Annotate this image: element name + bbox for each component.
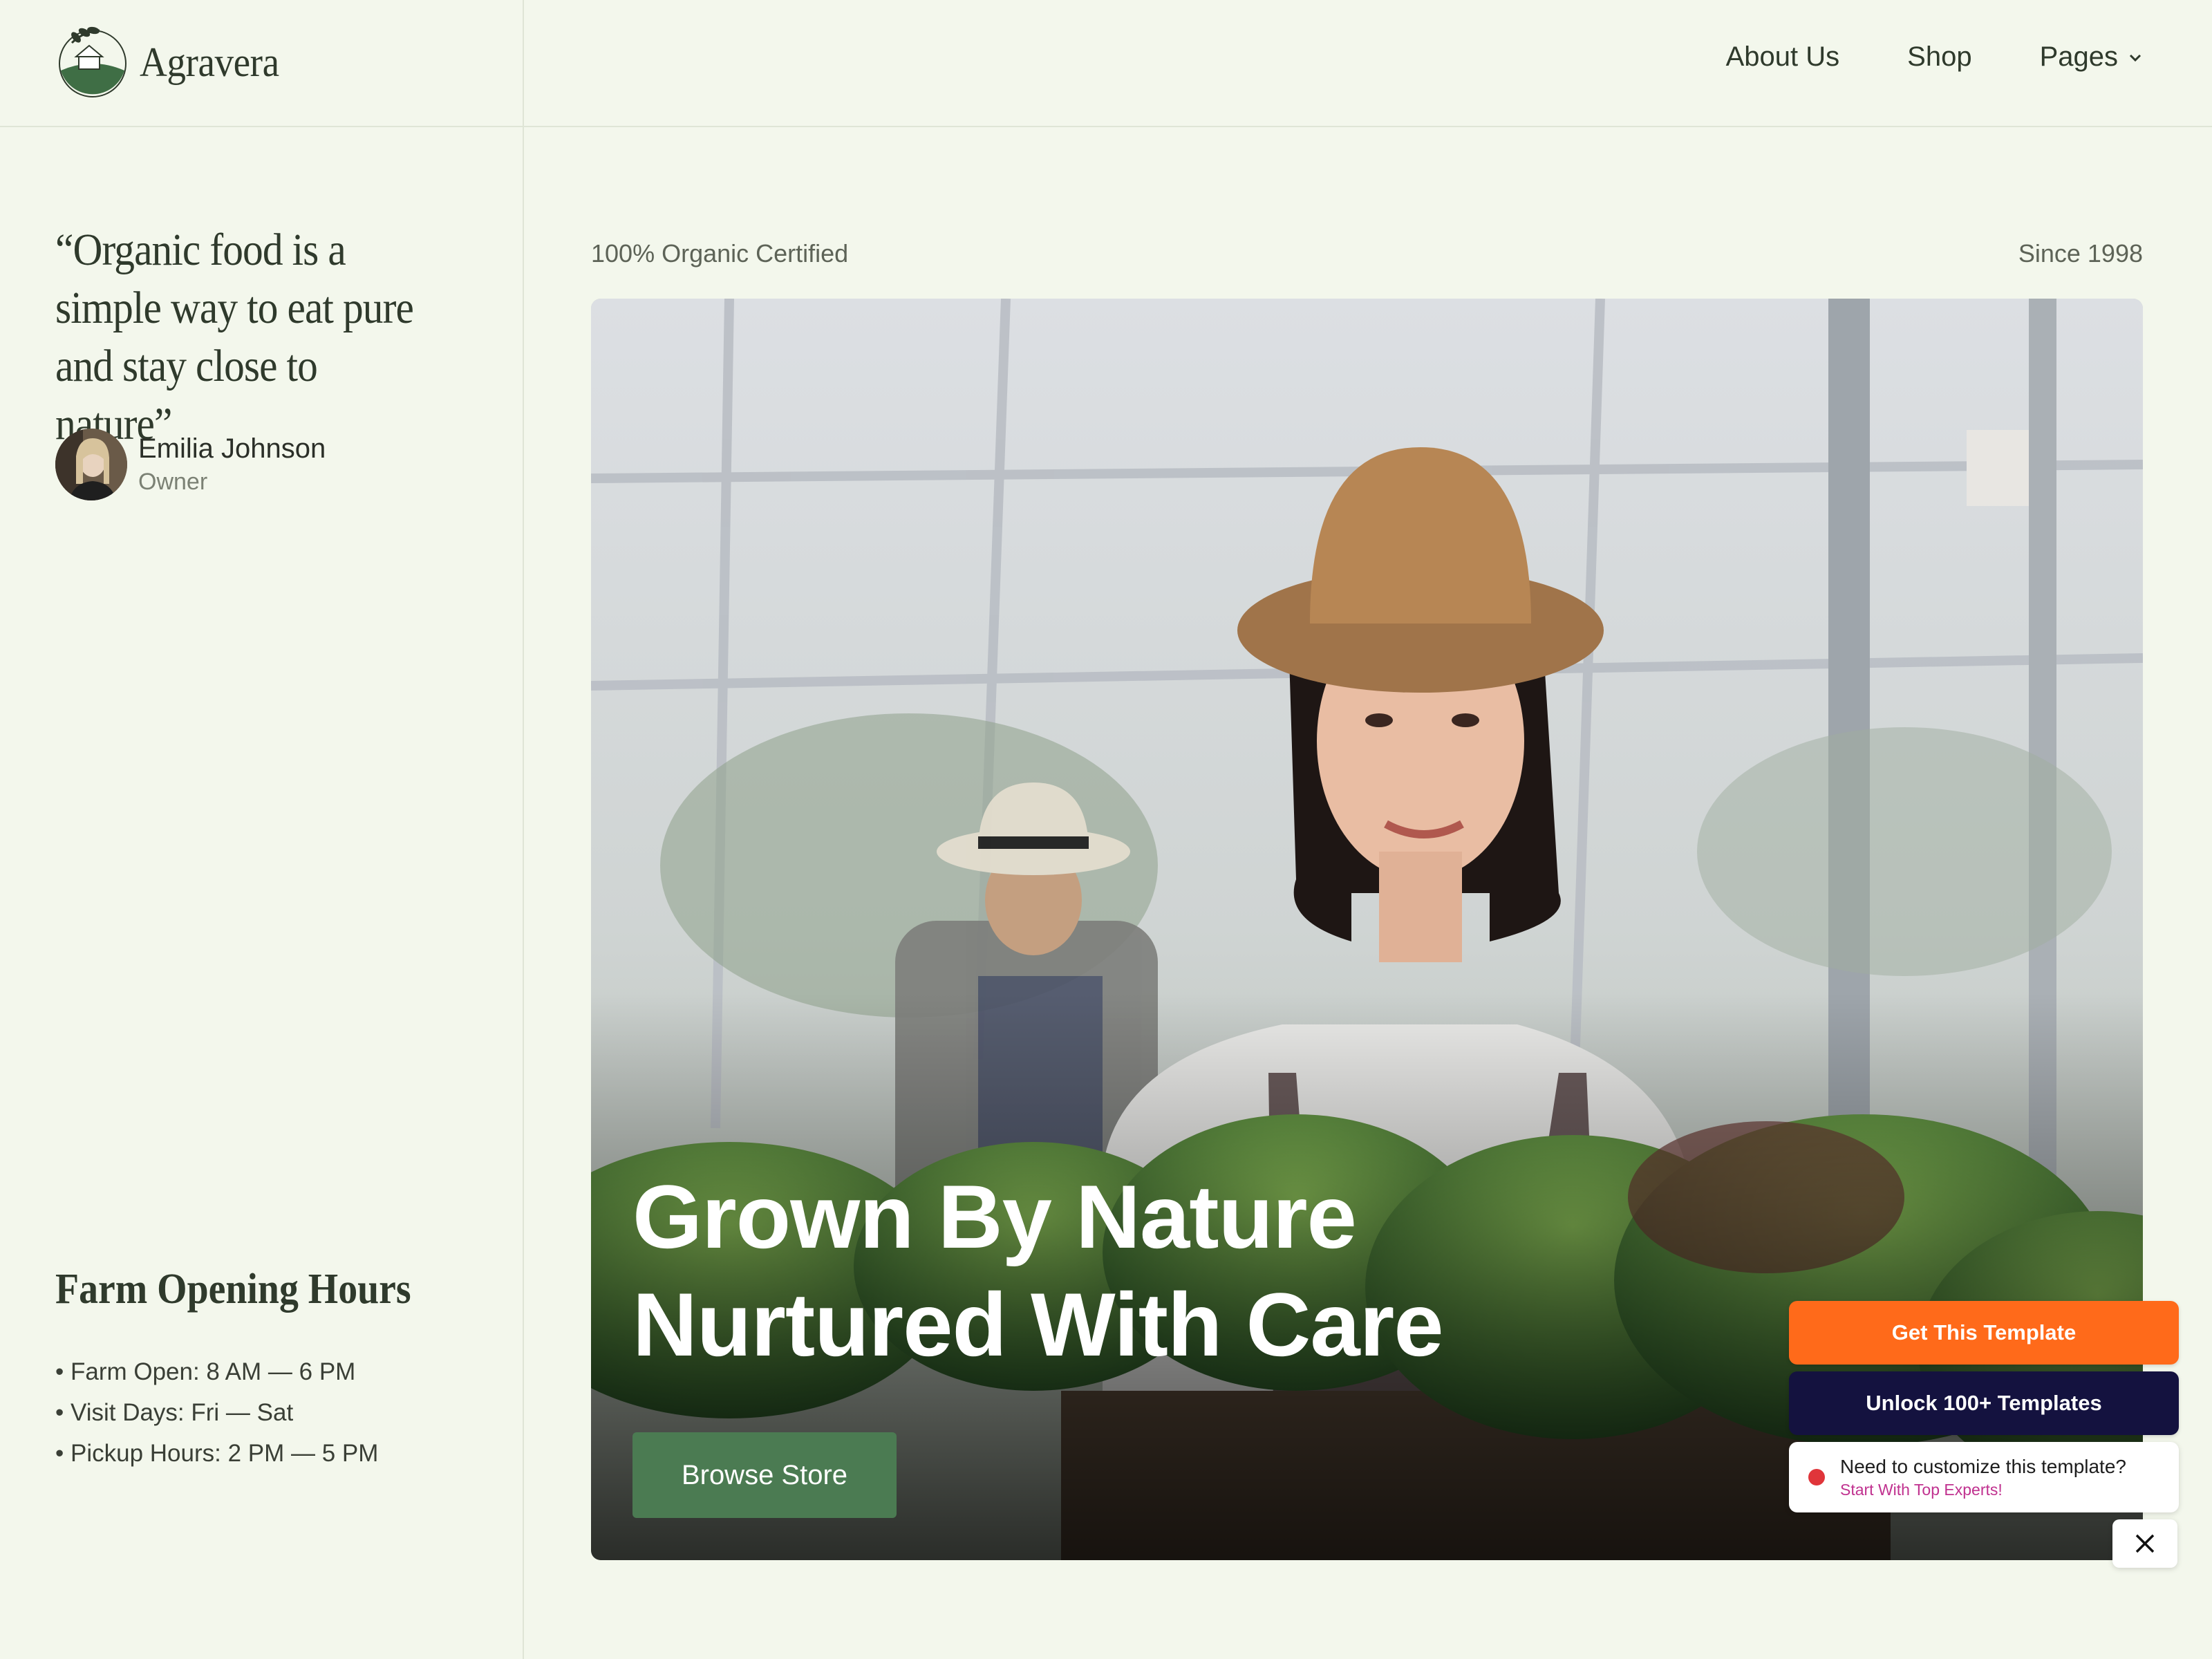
list-item: • Pickup Hours: 2 PM — 5 PM [55,1440,379,1467]
customize-template-card[interactable]: Need to customize this template? Start W… [1789,1442,2179,1512]
unlock-templates-button[interactable]: Unlock 100+ Templates [1789,1371,2179,1435]
hero-headline-line-2: Nurtured With Care [632,1274,1444,1375]
hero-headline-line-1: Grown By Nature [632,1166,1357,1267]
testimonial-author: Emilia Johnson Owner [55,429,326,500]
page: Agravera About Us Shop Pages “Organic fo… [0,0,2212,1659]
hero-headline: Grown By Nature Nurtured With Care [632,1163,1444,1378]
chevron-down-icon [2129,54,2141,62]
opening-hours-list: • Farm Open: 8 AM — 6 PM • Visit Days: F… [55,1351,378,1474]
site-header: Agravera About Us Shop Pages [0,0,2212,127]
customize-subtitle: Start With Top Experts! [1840,1480,2003,1499]
nav-shop[interactable]: Shop [1907,41,1971,73]
nav-about-us[interactable]: About Us [1726,41,1840,73]
get-this-template-button[interactable]: Get This Template [1789,1301,2179,1365]
red-dot-icon [1808,1469,1825,1485]
nav-pages-label: Pages [2039,41,2118,72]
close-promo-button[interactable] [2112,1519,2177,1568]
avatar [55,429,127,500]
customize-text: Need to customize this template? Start W… [1840,1456,2126,1499]
customize-title: Need to customize this template? [1840,1455,2126,1477]
brand-logo-link[interactable]: Agravera [55,25,291,100]
since-year-tag: Since 1998 [2018,239,2143,268]
column-divider [523,0,524,1659]
brand-name: Agravera [140,39,279,85]
testimonial-quote: “Organic food is a simple way to eat pur… [55,225,414,449]
nav-pages-dropdown[interactable]: Pages [2040,41,2143,73]
author-name: Emilia Johnson [138,433,326,464]
organic-certified-tag: 100% Organic Certified [591,239,849,268]
opening-hours-title: Farm Opening Hours [55,1266,411,1313]
list-item: • Visit Days: Fri — Sat [55,1399,294,1426]
close-icon [2135,1534,2155,1553]
leaf-farm-logo-icon [59,26,126,97]
main-nav: About Us Shop Pages [1726,41,2143,73]
author-role: Owner [138,469,208,495]
list-item: • Farm Open: 8 AM — 6 PM [55,1358,356,1385]
author-info: Emilia Johnson Owner [138,433,326,496]
template-promo-widget: Get This Template Unlock 100+ Templates … [1789,1301,2179,1512]
browse-store-button[interactable]: Browse Store [632,1432,897,1518]
